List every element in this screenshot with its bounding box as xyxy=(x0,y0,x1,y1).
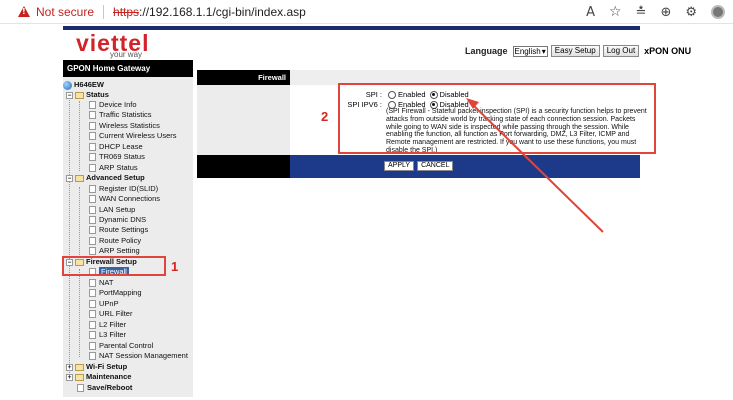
annotation-arrow xyxy=(466,98,604,233)
arrow-head xyxy=(466,98,479,109)
arrow-line xyxy=(471,103,604,233)
